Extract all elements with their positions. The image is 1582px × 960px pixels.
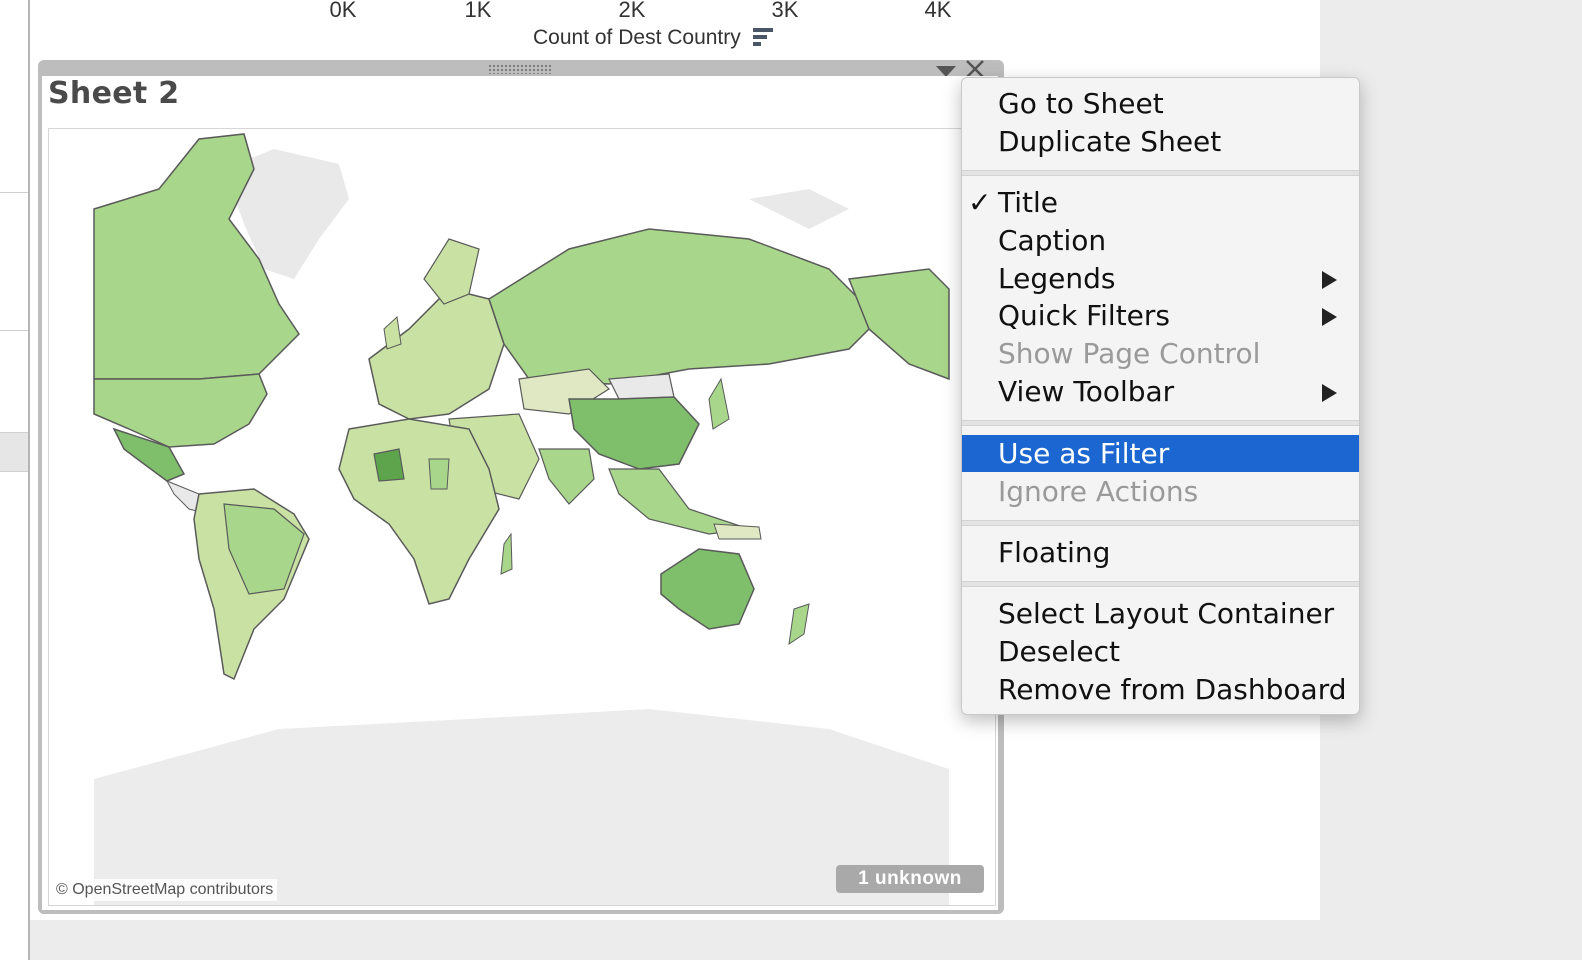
submenu-arrow-icon xyxy=(1322,271,1337,289)
menu-item-label: Caption xyxy=(998,224,1107,257)
map-region-arctic-islands xyxy=(749,189,849,229)
map-region-mongolia xyxy=(608,373,675,400)
map-region-australia xyxy=(660,548,755,630)
menu-item-label: Duplicate Sheet xyxy=(998,125,1222,158)
sheet-title: Sheet 2 xyxy=(48,76,180,111)
sheet-context-menu: Go to Sheet Duplicate Sheet ✓ Title Capt… xyxy=(961,77,1360,715)
submenu-arrow-icon xyxy=(1322,384,1337,402)
menu-item-label: Legends xyxy=(998,262,1116,295)
menu-item-remove-from-dashboard[interactable]: Remove from Dashboard xyxy=(962,671,1359,708)
map-region-uk xyxy=(383,315,402,350)
map-region-japan xyxy=(708,377,730,430)
sort-descending-icon[interactable] xyxy=(752,28,773,48)
menu-item-caption[interactable]: Caption xyxy=(962,222,1359,259)
axis-title-group: Count of Dest Country xyxy=(533,26,773,50)
menu-separator xyxy=(962,520,1359,526)
map-region-mali xyxy=(373,448,405,482)
menu-item-use-as-filter[interactable]: Use as Filter xyxy=(962,435,1359,472)
menu-item-label: Show Page Control xyxy=(998,337,1261,370)
menu-item-label: Floating xyxy=(998,536,1111,569)
axis-title: Count of Dest Country xyxy=(533,26,741,49)
panel-divider xyxy=(0,330,28,331)
menu-item-go-to-sheet[interactable]: Go to Sheet xyxy=(962,85,1359,122)
menu-item-label: Use as Filter xyxy=(998,437,1170,470)
x-axis: 0K 1K 2K 3K 4K xyxy=(0,0,1320,24)
menu-item-label: View Toolbar xyxy=(998,375,1175,408)
axis-tick-label: 1K xyxy=(464,0,492,22)
map-region-antarctica xyxy=(94,709,949,905)
menu-item-label: Title xyxy=(998,186,1059,219)
axis-tick-label: 3K xyxy=(771,0,799,22)
axis-tick-label: 2K xyxy=(618,0,646,22)
menu-item-select-layout-container[interactable]: Select Layout Container xyxy=(962,595,1359,632)
map-region-chad xyxy=(428,458,450,490)
menu-item-label: Ignore Actions xyxy=(998,475,1199,508)
world-map-graphic xyxy=(93,133,950,905)
map-attribution[interactable]: © OpenStreetMap contributors xyxy=(52,879,278,901)
menu-item-label: Quick Filters xyxy=(998,299,1171,332)
menu-separator xyxy=(962,581,1359,587)
menu-item-ignore-actions: Ignore Actions xyxy=(962,473,1359,510)
menu-item-title[interactable]: ✓ Title xyxy=(962,184,1359,221)
submenu-arrow-icon xyxy=(1322,308,1337,326)
axis-tick-label: 0K xyxy=(329,0,357,22)
axis-tick-label: 4K xyxy=(924,0,952,22)
menu-item-deselect[interactable]: Deselect xyxy=(962,633,1359,670)
map-region-india xyxy=(538,448,595,505)
menu-item-label: Deselect xyxy=(998,635,1120,668)
unknown-locations-badge[interactable]: 1 unknown xyxy=(836,865,984,893)
menu-item-view-toolbar[interactable]: View Toolbar xyxy=(962,373,1359,410)
dashboard-bottom-gutter xyxy=(30,920,1582,960)
map-region-new-guinea xyxy=(713,523,762,540)
menu-item-duplicate-sheet[interactable]: Duplicate Sheet xyxy=(962,123,1359,160)
menu-item-label: Select Layout Container xyxy=(998,597,1335,630)
menu-item-label: Remove from Dashboard xyxy=(998,673,1347,706)
menu-item-floating[interactable]: Floating xyxy=(962,534,1359,571)
map-region-europe xyxy=(368,288,505,420)
menu-item-legends[interactable]: Legends xyxy=(962,260,1359,297)
left-panel-selected-band xyxy=(0,432,28,472)
panel-divider xyxy=(0,192,28,193)
menu-item-quick-filters[interactable]: Quick Filters xyxy=(962,297,1359,334)
map-region-southeast-asia xyxy=(608,468,750,535)
map-region-africa xyxy=(338,418,500,605)
map-region-madagascar xyxy=(500,532,513,575)
menu-separator xyxy=(962,170,1359,176)
drag-handle-icon[interactable] xyxy=(488,64,552,74)
left-panel-strip xyxy=(0,0,30,960)
menu-separator xyxy=(962,420,1359,426)
map-region-new-zealand xyxy=(788,603,810,646)
map-region-russia xyxy=(488,228,881,385)
checkmark-icon: ✓ xyxy=(968,186,992,219)
world-map[interactable] xyxy=(48,128,996,906)
menu-item-show-page-control: Show Page Control xyxy=(962,335,1359,372)
menu-item-label: Go to Sheet xyxy=(998,87,1164,120)
